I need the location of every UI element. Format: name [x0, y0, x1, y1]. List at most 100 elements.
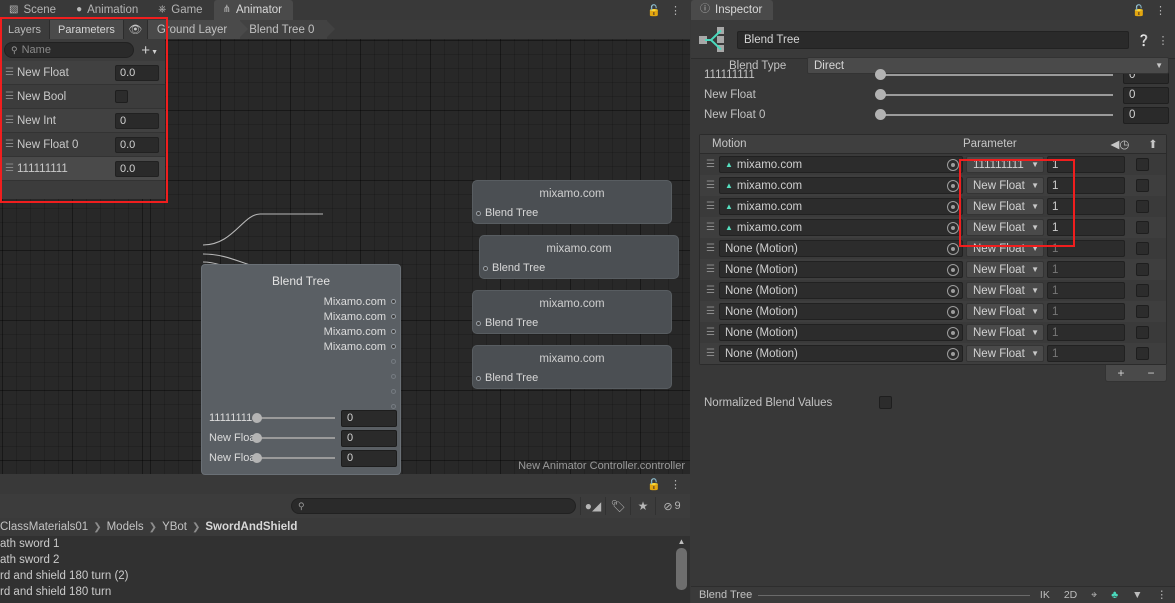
parameter-slider[interactable]: New Float 0: [691, 85, 1169, 105]
drag-handle-icon[interactable]: ☰: [700, 180, 719, 191]
output-dot[interactable]: [391, 374, 396, 379]
mirror-checkbox[interactable]: [1136, 158, 1149, 171]
parameter-slider-track[interactable]: [875, 89, 1113, 100]
mirror-checkbox[interactable]: [1136, 284, 1149, 297]
mirror-checkbox[interactable]: [1136, 263, 1149, 276]
pivot-icon[interactable]: ⌖: [1087, 589, 1101, 602]
table-row[interactable]: ☰ None (Motion) New Float ▼ 1: [700, 343, 1166, 364]
output-dot[interactable]: [391, 299, 396, 304]
motion-node[interactable]: mixamo.com Blend Tree: [472, 345, 672, 389]
object-picker-icon[interactable]: [947, 158, 959, 171]
blend-tree-output[interactable]: Mixamo.com: [202, 324, 400, 339]
kebab-menu-icon[interactable]: ⋮: [1155, 4, 1166, 17]
motion-field[interactable]: ▲ mixamo.com: [719, 177, 963, 194]
lock-icon[interactable]: 🔓: [647, 4, 661, 17]
parameter-slider-knob[interactable]: [875, 109, 886, 120]
blend-tree-output-empty[interactable]: [202, 369, 400, 384]
mirror-checkbox[interactable]: [1136, 200, 1149, 213]
drag-handle-icon[interactable]: ☰: [5, 67, 17, 78]
node-slider-value[interactable]: 0: [341, 409, 397, 427]
input-dot[interactable]: [476, 321, 481, 326]
list-item[interactable]: rd and shield 180 turn (2): [0, 568, 690, 584]
table-row[interactable]: ☰ ▲ mixamo.com New Float ▼ 1: [700, 196, 1166, 217]
mirror-checkbox[interactable]: [1136, 326, 1149, 339]
motion-node[interactable]: mixamo.com Blend Tree: [472, 290, 672, 334]
input-dot[interactable]: [483, 266, 488, 271]
add-parameter-button[interactable]: + ▼: [138, 43, 161, 58]
parameter-slider-track[interactable]: [875, 109, 1113, 120]
parameter-dropdown[interactable]: New Float ▼: [966, 324, 1044, 341]
object-picker-icon[interactable]: [947, 200, 959, 213]
lock-icon[interactable]: 🔓: [647, 478, 661, 491]
table-row[interactable]: ☰ None (Motion) New Float ▼ 1: [700, 259, 1166, 280]
drag-handle-icon[interactable]: ☰: [700, 159, 719, 170]
remove-motion-button[interactable]: −: [1147, 366, 1154, 380]
motion-field[interactable]: ▲ mixamo.com: [719, 219, 963, 236]
parameter-value-field[interactable]: 1: [1047, 345, 1125, 362]
motion-field[interactable]: ▲ mixamo.com: [719, 156, 963, 173]
parameter-row[interactable]: ☰ New Int 0: [0, 109, 165, 133]
parameter-value-field[interactable]: 1: [1047, 240, 1125, 257]
parameter-slider-value[interactable]: 0: [1123, 106, 1169, 124]
parameter-dropdown[interactable]: 111111111 ▼: [966, 156, 1044, 173]
parameter-value-field[interactable]: 1: [1047, 156, 1125, 173]
motion-field[interactable]: None (Motion): [719, 345, 963, 362]
parameter-bool-checkbox[interactable]: [115, 90, 128, 103]
table-row[interactable]: ☰ ▲ mixamo.com 111111111 ▼ 1: [700, 154, 1166, 175]
parameter-dropdown[interactable]: New Float ▼: [966, 240, 1044, 257]
label-filter-icon[interactable]: 🏷: [605, 497, 630, 515]
kebab-menu-icon[interactable]: ⋮: [670, 4, 681, 17]
parameter-value-field[interactable]: 1: [1047, 198, 1125, 215]
node-slider[interactable]: New Floa 0: [202, 448, 402, 468]
node-slider-knob[interactable]: [252, 433, 262, 443]
breadcrumb-ybot[interactable]: YBot: [162, 521, 187, 533]
mirror-checkbox[interactable]: [1136, 221, 1149, 234]
node-slider[interactable]: 11111111 0: [202, 408, 402, 428]
input-dot[interactable]: [476, 211, 481, 216]
normalized-blend-values-checkbox[interactable]: [879, 396, 892, 409]
node-slider-knob[interactable]: [252, 453, 262, 463]
object-picker-icon[interactable]: [947, 326, 959, 339]
project-search-input[interactable]: ⚲: [291, 498, 576, 514]
parameter-value-field[interactable]: 1: [1047, 282, 1125, 299]
motion-field[interactable]: None (Motion): [719, 303, 963, 320]
motion-node[interactable]: mixamo.com Blend Tree: [479, 235, 679, 279]
blend-tree-output[interactable]: Mixamo.com: [202, 294, 400, 309]
drag-handle-icon[interactable]: ☰: [700, 264, 719, 275]
node-slider-value[interactable]: 0: [341, 449, 397, 467]
tab-animation[interactable]: ● Animation: [67, 0, 149, 20]
parameter-dropdown[interactable]: New Float ▼: [966, 345, 1044, 362]
node-slider-track[interactable]: [252, 413, 335, 423]
parameter-value-field[interactable]: 1: [1047, 303, 1125, 320]
avatar-icon[interactable]: ♣: [1107, 589, 1122, 601]
parameter-value-field[interactable]: 0.0: [115, 136, 159, 153]
project-asset-list[interactable]: ath sword 1 ath sword 2 rd and shield 18…: [0, 536, 690, 603]
lock-icon[interactable]: 🔓: [1132, 4, 1146, 17]
mirror-checkbox[interactable]: [1136, 242, 1149, 255]
output-dot[interactable]: [391, 389, 396, 394]
parameter-slider-value[interactable]: 0: [1123, 86, 1169, 104]
motion-node[interactable]: mixamo.com Blend Tree: [472, 180, 672, 224]
drag-handle-icon[interactable]: ☰: [700, 327, 719, 338]
object-picker-icon[interactable]: [947, 242, 959, 255]
breadcrumb-blend-tree-0[interactable]: Blend Tree 0: [240, 20, 336, 39]
breadcrumb-ground-layer[interactable]: Ground Layer: [147, 20, 249, 39]
tab-game[interactable]: ⎈ Game: [149, 0, 213, 20]
input-dot[interactable]: [476, 376, 481, 381]
layers-tab-button[interactable]: Layers: [0, 20, 51, 39]
table-row[interactable]: ☰ None (Motion) New Float ▼ 1: [700, 280, 1166, 301]
table-row[interactable]: ☰ ▲ mixamo.com New Float ▼ 1: [700, 217, 1166, 238]
parameters-tab-button[interactable]: Parameters: [50, 20, 124, 39]
drag-handle-icon[interactable]: ☰: [700, 306, 719, 317]
drag-handle-icon[interactable]: ☰: [700, 285, 719, 296]
object-picker-icon[interactable]: [947, 263, 959, 276]
eye-icon[interactable]: 👁: [123, 20, 148, 39]
node-slider-track[interactable]: [252, 453, 335, 463]
favorite-star-icon[interactable]: ★: [630, 497, 655, 515]
help-icon[interactable]: ❔: [1137, 34, 1151, 47]
drag-handle-icon[interactable]: ☰: [5, 115, 17, 126]
parameter-slider-knob[interactable]: [875, 69, 886, 80]
list-item[interactable]: ath sword 2: [0, 552, 690, 568]
blend-tree-name-field[interactable]: Blend Tree: [737, 31, 1129, 49]
parameter-row[interactable]: ☰ 111111111 0.0: [0, 157, 165, 181]
